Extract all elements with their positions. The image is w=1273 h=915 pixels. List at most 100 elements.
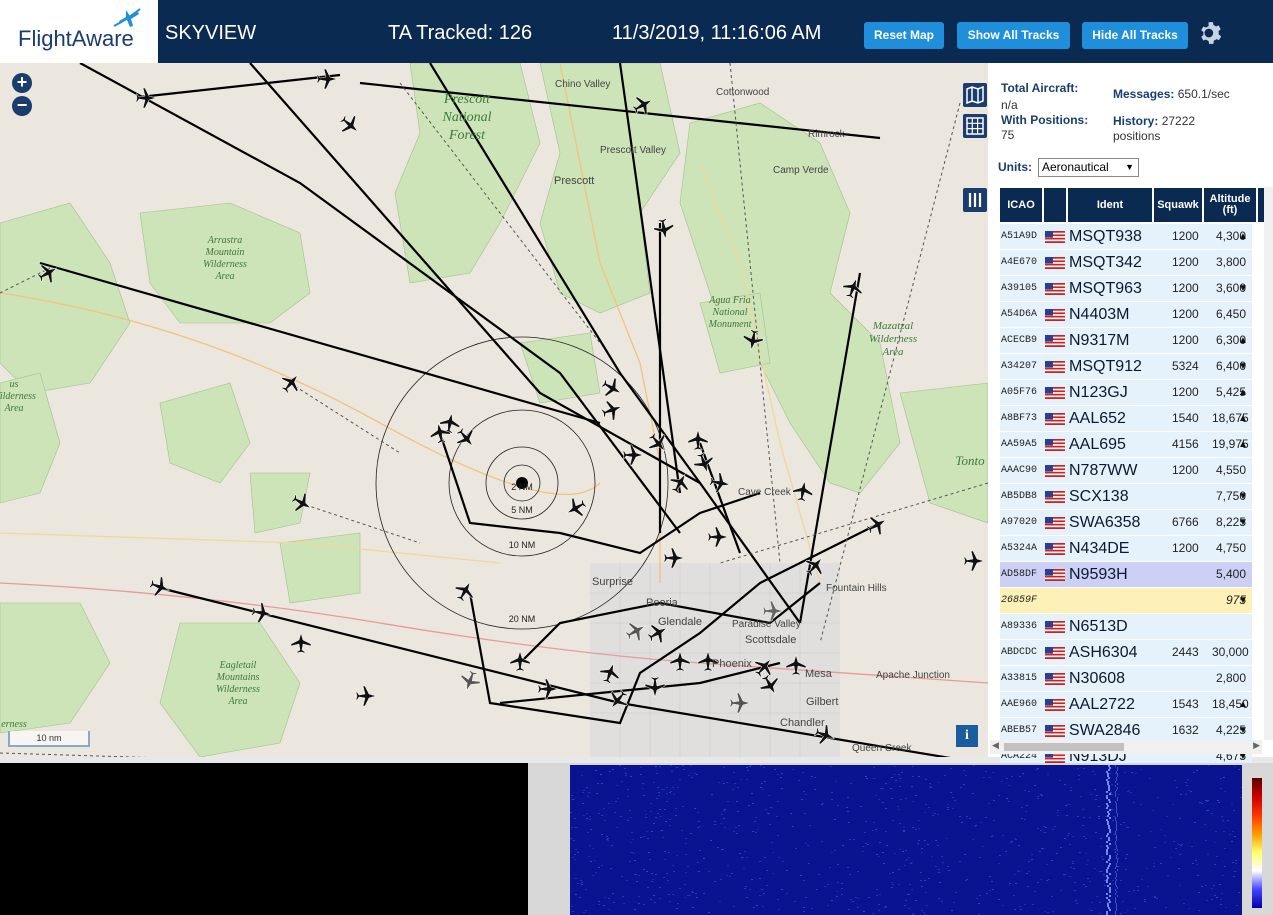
squawk-cell: 1200 (1172, 333, 1199, 347)
info-button[interactable]: i (956, 725, 978, 747)
altitude-cell: 30,000 (1212, 645, 1249, 659)
altitude-trend-icon: ▼ (1238, 517, 1248, 528)
aircraft-panel: Total Aircraft: n/a With Positions: 75 M… (988, 63, 1273, 770)
column-header-ident[interactable]: Ident (1068, 188, 1154, 222)
aircraft-icon (135, 87, 157, 109)
gear-icon[interactable] (1198, 20, 1224, 46)
column-header-icao[interactable]: ICAO (1000, 188, 1044, 222)
svg-text:us: us (10, 379, 19, 390)
svg-text:Wilderness: Wilderness (216, 684, 260, 695)
table-row[interactable]: AD58DF N9593H 5,400 (1000, 562, 1252, 588)
table-row[interactable]: A54D6A N4403M 1200 6,450 (1000, 302, 1252, 328)
us-flag-icon (1045, 231, 1065, 243)
reset-map-button[interactable]: Reset Map (864, 22, 944, 49)
table-row[interactable]: A51A9D MSQT938 1200 4,300 ▲ (1000, 224, 1252, 250)
svg-text:Cottonwood: Cottonwood (716, 87, 769, 98)
with-positions-value: 75 (1001, 128, 1015, 142)
waterfall-noise (570, 765, 1242, 915)
ident-cell: N30608 (1069, 670, 1126, 687)
icao-cell: A54D6A (1001, 309, 1038, 320)
grid-layer-button[interactable] (963, 114, 987, 138)
altitude-trend-icon: ▼ (1238, 283, 1248, 294)
total-aircraft-label: Total Aircraft: (1001, 81, 1079, 95)
ident-cell: AAL695 (1069, 436, 1126, 453)
icao-cell: AAE960 (1001, 699, 1038, 710)
altitude-trend-icon: ▲ (1238, 413, 1248, 424)
svg-text:erness: erness (1, 719, 27, 730)
show-all-tracks-button[interactable]: Show All Tracks (957, 22, 1070, 49)
map-canvas[interactable]: Chino Valley Cottonwood Prescott Valley … (0, 63, 988, 757)
icao-cell: ACECB9 (1001, 335, 1038, 346)
svg-text:Area: Area (214, 271, 234, 282)
altitude-cell (1212, 614, 1246, 639)
icao-cell: A89336 (1001, 621, 1038, 632)
tracked-count: TA Tracked: 126 (388, 22, 533, 44)
altitude-cell: 2,800 (1215, 671, 1246, 685)
table-row[interactable]: AA59A5 AAL695 4156 19,975 ▲ (1000, 432, 1252, 458)
map-icon (966, 85, 984, 105)
icao-cell: A51A9D (1001, 231, 1038, 242)
panel-divider[interactable] (528, 763, 540, 915)
messages-value: 650.1/sec (1177, 87, 1230, 101)
color-scale (1252, 778, 1262, 908)
table-row[interactable]: ABDCDC ASH6304 2443 30,000 (1000, 640, 1252, 666)
hide-all-tracks-button[interactable]: Hide All Tracks (1082, 22, 1188, 49)
us-flag-icon (1045, 257, 1065, 269)
datetime: 11/3/2019, 11:16:06 AM (612, 22, 822, 44)
column-header-flag[interactable] (1044, 188, 1068, 222)
column-header-altitude[interactable]: Altitude (ft) (1204, 188, 1258, 222)
table-row[interactable]: A8BF73 AAL652 1540 18,675 ▲ (1000, 406, 1252, 432)
altitude-cell: 5,400 (1215, 567, 1246, 581)
svg-text:National: National (441, 110, 491, 125)
ident-cell: AAL2722 (1069, 696, 1135, 713)
waterfall-display (540, 763, 1273, 915)
history-label: History: (1113, 114, 1159, 128)
map-view[interactable]: Chino Valley Cottonwood Prescott Valley … (0, 63, 988, 757)
grid-icon (966, 117, 984, 135)
table-row[interactable]: A39105 MSQT963 1200 3,600 ▼ (1000, 276, 1252, 302)
flightaware-logo[interactable]: FlightAware (0, 0, 158, 63)
column-header-squawk[interactable]: Squawk (1154, 188, 1204, 222)
zoom-out-button[interactable]: − (12, 96, 32, 116)
table-row[interactable]: 26859F 975 ▼ (1000, 588, 1252, 614)
chevron-down-icon: ▼ (1125, 162, 1134, 172)
table-row[interactable]: A33815 N30608 2,800 (1000, 666, 1252, 692)
table-row[interactable]: AAAC90 N787WW 1200 4,550 (1000, 458, 1252, 484)
icao-cell: A4E670 (1001, 257, 1038, 268)
table-row[interactable]: A5324A N434DE 1200 4,750 (1000, 536, 1252, 562)
map-layer-button[interactable] (963, 83, 987, 107)
horizontal-scrollbar[interactable]: ◀ ▶ (990, 740, 1262, 754)
squawk-cell: 1543 (1172, 697, 1199, 711)
zoom-in-button[interactable]: + (12, 73, 32, 93)
us-flag-icon (1045, 543, 1065, 555)
column-toggle-button[interactable] (963, 188, 987, 212)
ident-cell: N434DE (1069, 540, 1130, 557)
logo-text: FlightAware (18, 26, 134, 51)
scroll-left-icon[interactable]: ◀ (992, 740, 999, 751)
table-row[interactable]: A05F76 N123GJ 1200 5,425 ▲ (1000, 380, 1252, 406)
scroll-right-icon[interactable]: ▶ (1253, 740, 1260, 751)
squawk-cell: 1200 (1172, 307, 1199, 321)
units-select[interactable]: Aeronautical ▼ (1038, 158, 1139, 177)
icao-cell: AB5DB8 (1001, 491, 1038, 502)
us-flag-icon (1045, 647, 1065, 659)
table-row[interactable]: AB5DB8 SCX138 7,750 ▼ (1000, 484, 1252, 510)
svg-text:Rimrock: Rimrock (808, 129, 846, 140)
us-flag-icon (1045, 621, 1065, 633)
svg-text:Mazatzal: Mazatzal (872, 320, 913, 332)
scrollbar-thumb[interactable] (1004, 743, 1124, 751)
table-row[interactable]: A4E670 MSQT342 1200 3,800 (1000, 250, 1252, 276)
table-row[interactable]: A89336 N6513D (1000, 614, 1252, 640)
table-row[interactable]: AAE960 AAL2722 1543 18,450 ▲ (1000, 692, 1252, 718)
table-row[interactable]: A34207 MSQT912 5324 6,400 ▼ (1000, 354, 1252, 380)
table-row[interactable]: ACECB9 N9317M 1200 6,300 ▲ (1000, 328, 1252, 354)
us-flag-icon (1045, 569, 1065, 581)
svg-text:National: National (711, 307, 747, 318)
svg-text:Prescott: Prescott (443, 92, 491, 107)
icao-cell: A5324A (1001, 543, 1038, 554)
table-row[interactable]: A97020 SWA6358 6766 8,225 ▼ (1000, 510, 1252, 536)
svg-text:Paradise Valley: Paradise Valley (732, 619, 801, 630)
squawk-cell: 1200 (1172, 281, 1199, 295)
vertical-scrollbar[interactable] (1264, 187, 1273, 740)
altitude-trend-icon: ▲ (1238, 335, 1248, 346)
